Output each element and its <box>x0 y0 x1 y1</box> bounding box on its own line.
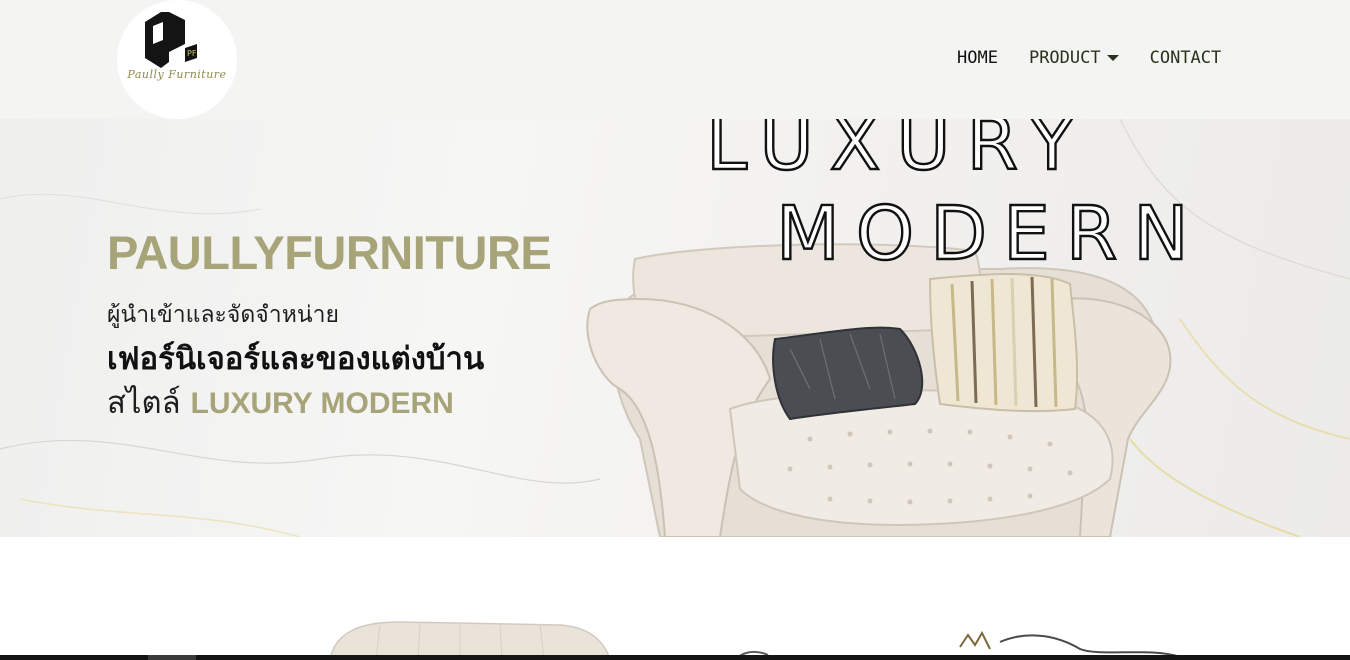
outline-word-modern: MODERN <box>775 191 1205 277</box>
pf-monogram-icon: PF <box>145 12 197 68</box>
nav-home-link[interactable]: HOME <box>957 48 998 68</box>
svg-text:PF: PF <box>187 49 197 58</box>
site-header: PF Paully Furniture HOME PRODUCT CONTACT <box>0 0 1350 119</box>
logo-text: Paully Furniture <box>127 68 227 81</box>
horizontal-scrollbar[interactable] <box>0 655 1350 660</box>
sofa-image <box>586 243 1172 537</box>
main-nav: HOME PRODUCT CONTACT <box>957 48 1221 68</box>
hero-subtitle-line2: เฟอร์นิเจอร์และของแต่งบ้าน <box>107 341 485 377</box>
nav-product-label: PRODUCT <box>1028 48 1101 68</box>
product-preview-section <box>0 537 1350 660</box>
hero-line3-accent: LUXURY MODERN <box>190 387 454 420</box>
nav-product-link[interactable]: PRODUCT <box>1029 48 1119 68</box>
caret-down-icon <box>1106 55 1119 61</box>
outline-word-luxury: LUXURY <box>705 119 1091 187</box>
nav-contact-link[interactable]: CONTACT <box>1150 48 1222 68</box>
hero-subtitle-line3: สไตล์ LUXURY MODERN <box>107 377 454 427</box>
scrollbar-thumb[interactable] <box>148 655 196 660</box>
hero-banner: PAULLYFURNITURE ผู้นำเข้าและจัดจำหน่าย เ… <box>0 119 1350 537</box>
hero-line3-prefix: สไตล์ <box>107 385 181 421</box>
hero-subtitle-line1: ผู้นำเข้าและจัดจำหน่าย <box>107 302 339 328</box>
logo[interactable]: PF Paully Furniture <box>117 0 237 119</box>
product-preview-images <box>329 621 1181 660</box>
brand-heading: PAULLYFURNITURE <box>107 226 552 279</box>
